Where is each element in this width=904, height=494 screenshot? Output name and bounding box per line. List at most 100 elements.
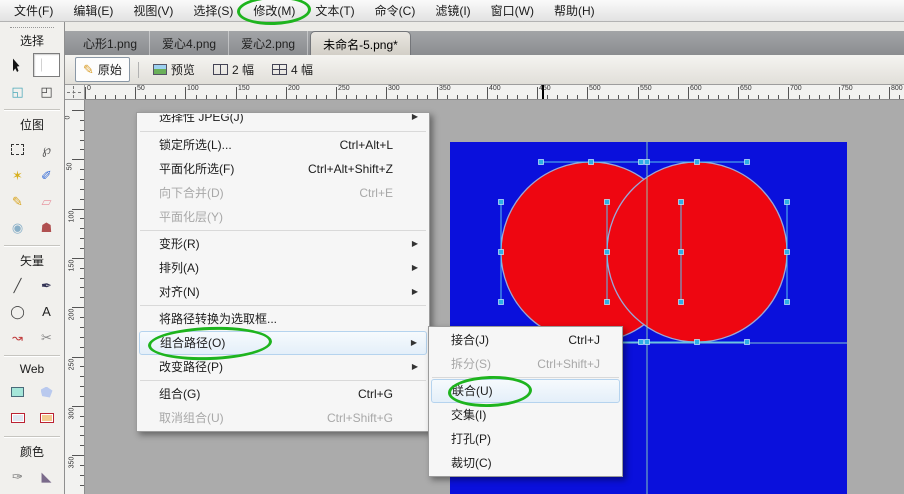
ruler-tick (80, 179, 84, 180)
combine-paths-submenu-item-5[interactable]: 打孔(P) (431, 427, 620, 451)
hide-slices-tool[interactable] (33, 406, 60, 430)
tab-document-2[interactable]: 爱心4.png (150, 31, 229, 55)
selection-handle[interactable] (639, 340, 644, 345)
pen-tool[interactable]: ✒ (33, 273, 60, 297)
menubar-item-2[interactable]: 编辑(E) (63, 0, 123, 21)
modify-menu-item-11[interactable]: 改变路径(P)▶ (139, 355, 427, 379)
combine-paths-submenu-item-6[interactable]: 裁切(C) (431, 451, 620, 475)
text-tool-icon: A (42, 305, 51, 318)
selection-handle[interactable] (679, 200, 684, 205)
crop-tool[interactable]: ◰ (33, 79, 60, 103)
rectangle-hotspot-tool[interactable] (4, 380, 31, 404)
modify-menu-item-7[interactable]: 排列(A)▶ (139, 256, 427, 280)
brush-tool[interactable]: ✐ (33, 163, 60, 187)
modify-menu-item-1[interactable]: 选择性 JPEG(J)▶ (139, 114, 427, 130)
menubar-item-5[interactable]: 修改(M) (243, 0, 305, 21)
menu-item-label: 接合(J) (431, 333, 489, 347)
viewbar-button-1[interactable]: ✎原始 (75, 57, 130, 82)
ellipse-tool[interactable]: ◯ (4, 299, 31, 323)
magic-wand-tool[interactable]: ✶ (4, 163, 31, 187)
menu-item-shortcut: Ctrl+G (358, 382, 393, 406)
polygon-hotspot-tool[interactable] (33, 380, 60, 404)
view-toolbar: ✎原始预览2 幅4 幅 (65, 55, 904, 85)
selection-handle[interactable] (645, 340, 650, 345)
stroke-color-swatch[interactable] (33, 490, 60, 494)
menubar-item-1[interactable]: 文件(F) (4, 0, 63, 21)
paint-bucket-tool[interactable]: ◣ (33, 464, 60, 488)
menu-item-label: 选择性 JPEG(J) (139, 114, 244, 124)
viewbar-button-3[interactable]: 2 幅 (205, 57, 262, 82)
selection-handle[interactable] (589, 160, 594, 165)
selection-handle[interactable] (605, 300, 610, 305)
selection-handle[interactable] (745, 160, 750, 165)
selection-handle[interactable] (785, 300, 790, 305)
ruler-tick (467, 95, 468, 99)
modify-menu-item-8[interactable]: 对齐(N)▶ (139, 280, 427, 304)
blur-tool[interactable]: ◉ (4, 215, 31, 239)
selection-handle[interactable] (645, 160, 650, 165)
viewbar-button-2[interactable]: 预览 (145, 57, 203, 82)
selection-handle[interactable] (785, 200, 790, 205)
horizontal-ruler[interactable]: 0501001502002503003504004505005506006507… (85, 85, 904, 100)
selection-handle[interactable] (679, 250, 684, 255)
ruler-tick (788, 87, 789, 99)
selection-handle[interactable] (679, 300, 684, 305)
ruler-label: 150 (238, 85, 250, 92)
selection-handle[interactable] (605, 200, 610, 205)
modify-menu-item-10[interactable]: 组合路径(O)▶ (139, 331, 427, 355)
combine-paths-submenu-item-4[interactable]: 交集(I) (431, 403, 620, 427)
subselection-tool[interactable] (33, 53, 60, 77)
pencil-tool[interactable]: ✎ (4, 189, 31, 213)
modify-menu-item-9[interactable]: 将路径转换为选取框... (139, 307, 427, 331)
pointer-tool[interactable] (4, 53, 31, 77)
rubber-stamp-tool[interactable]: ☗ (33, 215, 60, 239)
menubar-item-6[interactable]: 文本(T) (305, 0, 364, 21)
stroke-color-pencil[interactable]: ✎ (4, 490, 31, 494)
red-circle-2[interactable] (607, 162, 787, 342)
line-tool[interactable]: ╱ (4, 273, 31, 297)
selection-handle[interactable] (785, 250, 790, 255)
ruler-tick (80, 120, 84, 121)
selection-handle[interactable] (499, 250, 504, 255)
lasso-tool[interactable]: ℘ (33, 137, 60, 161)
selection-handle[interactable] (499, 200, 504, 205)
tab-document-3[interactable]: 爱心2.png (229, 31, 308, 55)
combine-paths-submenu-item-3[interactable]: 联合(U) (431, 379, 620, 403)
menubar-item-7[interactable]: 命令(C) (365, 0, 426, 21)
freeform-tool[interactable]: ↝ (4, 325, 31, 349)
menubar-item-3[interactable]: 视图(V) (123, 0, 183, 21)
selection-handle[interactable] (639, 160, 644, 165)
text-tool[interactable]: A (33, 299, 60, 323)
marquee-tool[interactable] (4, 137, 31, 161)
ruler-tick (728, 95, 729, 99)
pencil-tool-icon: ✎ (12, 195, 23, 208)
export-area-tool[interactable]: ◱ (4, 79, 31, 103)
selection-handle[interactable] (499, 300, 504, 305)
ruler-label: 0 (87, 85, 91, 92)
eraser-tool[interactable]: ▱ (33, 189, 60, 213)
menubar-item-4[interactable]: 选择(S) (183, 0, 243, 21)
knife-tool[interactable]: ✂ (33, 325, 60, 349)
vertical-ruler[interactable]: 050100150200250300350 (65, 100, 85, 494)
viewbar-button-4[interactable]: 4 幅 (264, 57, 321, 82)
selection-handle[interactable] (605, 250, 610, 255)
modify-menu-item-2[interactable]: 锁定所选(L)...Ctrl+Alt+L (139, 133, 427, 157)
combine-paths-submenu-item-1[interactable]: 接合(J)Ctrl+J (431, 328, 620, 352)
ruler-tick (266, 95, 267, 99)
modify-menu-item-12[interactable]: 组合(G)Ctrl+G (139, 382, 427, 406)
modify-menu-item-6[interactable]: 变形(R)▶ (139, 232, 427, 256)
selection-handle[interactable] (695, 160, 700, 165)
panel-gripper[interactable] (10, 27, 54, 30)
tab-document-1[interactable]: 心形1.png (71, 31, 150, 55)
menubar-item-8[interactable]: 滤镜(I) (425, 0, 480, 21)
selection-handle[interactable] (745, 340, 750, 345)
menubar-item-10[interactable]: 帮助(H) (544, 0, 605, 21)
menubar-item-9[interactable]: 窗口(W) (481, 0, 544, 21)
modify-menu-item-3[interactable]: 平面化所选(F)Ctrl+Alt+Shift+Z (139, 157, 427, 181)
tab-document-4[interactable]: 未命名-5.png* (310, 31, 411, 55)
slice-tool[interactable] (4, 406, 31, 430)
selection-handle[interactable] (539, 160, 544, 165)
eyedropper-tool[interactable]: ✑ (4, 464, 31, 488)
ruler-tick (80, 327, 84, 328)
selection-handle[interactable] (695, 340, 700, 345)
